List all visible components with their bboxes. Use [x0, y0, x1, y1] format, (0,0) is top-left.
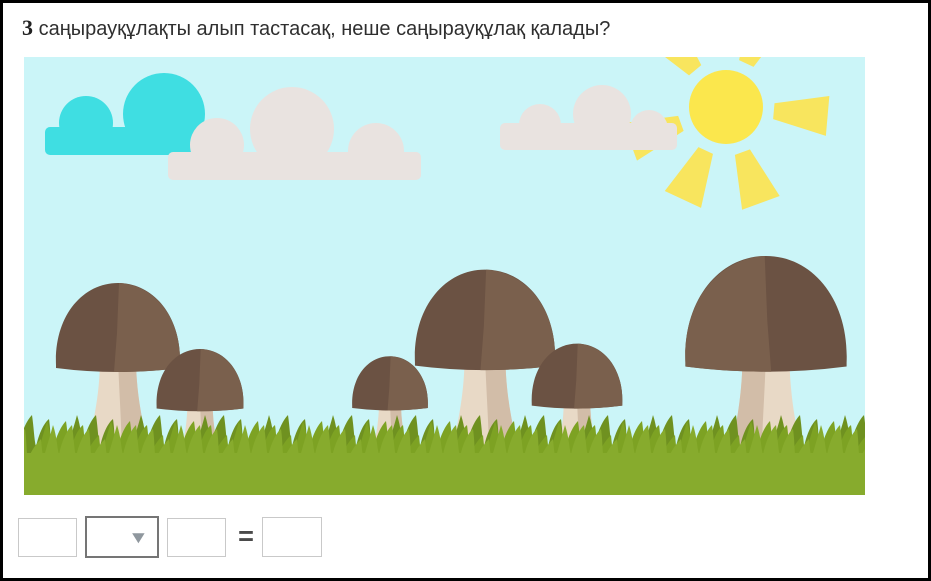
equals-sign: =: [238, 521, 254, 551]
exercise-page: 3 саңырауқұлақты алып тастасақ, неше саңы…: [0, 0, 931, 581]
operator-dropdown[interactable]: ▼: [85, 516, 159, 558]
second-number-input[interactable]: [167, 518, 226, 557]
chevron-down-icon: ▼: [128, 527, 150, 547]
answer-input[interactable]: [262, 517, 322, 557]
first-number-input[interactable]: [18, 518, 77, 557]
equation-row: ▼ =: [3, 3, 928, 578]
